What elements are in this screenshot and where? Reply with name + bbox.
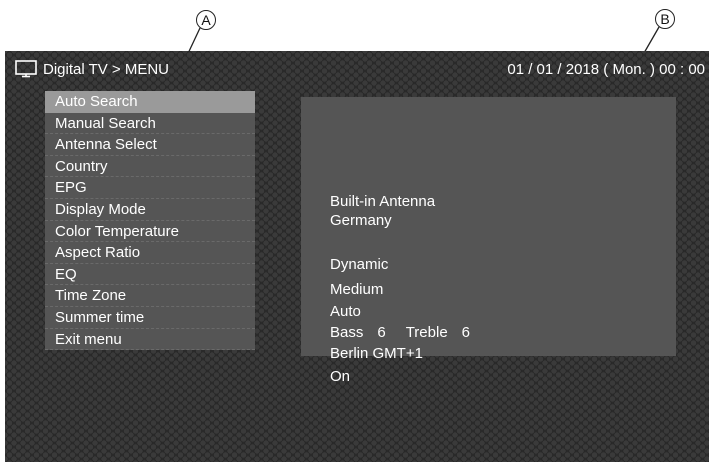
value-panel: Built-in Antenna Germany Dynamic Medium … <box>301 97 676 385</box>
menu-item-time-zone[interactable]: Time Zone <box>45 285 255 307</box>
datetime: 01 / 01 / 2018 ( Mon. ) 00 : 00 <box>507 61 705 78</box>
menu-item-auto-search[interactable]: Auto Search <box>45 91 255 113</box>
time-zone-value: Berlin GMT+1 <box>330 345 423 362</box>
menu-item-epg[interactable]: EPG <box>45 177 255 199</box>
antenna-value: Built-in Antenna <box>330 193 436 210</box>
eq-bass-value: 6 <box>377 324 386 341</box>
display-mode-value: Dynamic <box>330 256 389 273</box>
settings-menu: Auto Search Manual Search Antenna Select Co… <box>45 91 255 351</box>
summer-time-value: On <box>330 368 351 385</box>
header-title-text: Digital TV > MENU <box>43 60 170 78</box>
tv-icon <box>15 60 37 78</box>
eq-bass-label: Bass <box>330 324 364 341</box>
eq-value: Bass 6 Treble 6 <box>330 324 470 341</box>
aspect-ratio-value: Auto <box>330 303 361 320</box>
menu-item-exit-menu[interactable]: Exit menu <box>45 328 255 351</box>
color-temperature-value: Medium <box>330 281 384 298</box>
menu-item-country[interactable]: Country <box>45 155 255 178</box>
menu-item-antenna-select[interactable]: Antenna Select <box>45 134 255 156</box>
eq-treble-label: Treble <box>405 324 448 341</box>
country-value: Germany <box>330 212 392 229</box>
tv-screen: Digital TV > MENU 01 / 01 / 2018 ( Mon. … <box>5 51 709 462</box>
eq-treble-value: 6 <box>461 324 471 341</box>
menu-item-color-temperature[interactable]: Color Temperature <box>45 220 255 243</box>
menu-item-display-mode[interactable]: Display Mode <box>45 198 255 221</box>
menu-item-aspect-ratio[interactable]: Aspect Ratio <box>45 242 255 264</box>
header-title: Digital TV > MENU <box>15 60 169 78</box>
menu-item-summer-time[interactable]: Summer time <box>45 306 255 329</box>
menu-item-manual-search[interactable]: Manual Search <box>45 112 255 135</box>
menu-item-eq[interactable]: EQ <box>45 263 255 286</box>
